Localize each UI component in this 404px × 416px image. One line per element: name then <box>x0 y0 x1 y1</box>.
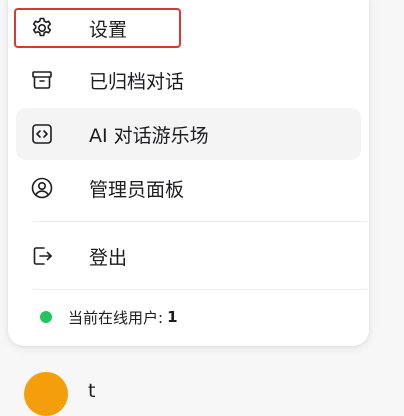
online-status-dot <box>40 311 52 323</box>
archived-chats-menu-item[interactable]: 已归档对话 <box>16 54 361 106</box>
menu-divider <box>33 221 367 222</box>
user-name[interactable]: t <box>88 380 95 402</box>
ai-playground-label: AI 对话游乐场 <box>89 124 209 147</box>
archive-icon <box>29 67 55 93</box>
online-users-text: 当前在线用户: <box>68 308 164 327</box>
user-circle-icon <box>29 175 55 201</box>
settings-menu-item[interactable]: 设置 <box>16 2 361 54</box>
user-dropdown-menu: 设置 已归档对话 AI 对话游乐场 管理员面板 登出 当前在线用户: 1 <box>8 0 369 346</box>
sign-out-label: 登出 <box>89 246 128 269</box>
ai-playground-menu-item[interactable]: AI 对话游乐场 <box>16 108 361 160</box>
admin-panel-menu-item[interactable]: 管理员面板 <box>16 162 361 214</box>
gear-icon <box>29 15 55 41</box>
online-users-status: 当前在线用户: 1 <box>40 305 178 329</box>
menu-divider <box>33 289 367 290</box>
archived-chats-label: 已归档对话 <box>89 70 185 93</box>
settings-label: 设置 <box>89 18 128 41</box>
admin-panel-label: 管理员面板 <box>89 178 185 201</box>
avatar[interactable] <box>24 372 68 416</box>
sign-out-menu-item[interactable]: 登出 <box>16 230 361 282</box>
online-users-count: 1 <box>167 308 178 326</box>
code-icon <box>29 121 55 147</box>
sign-out-icon <box>29 243 55 269</box>
